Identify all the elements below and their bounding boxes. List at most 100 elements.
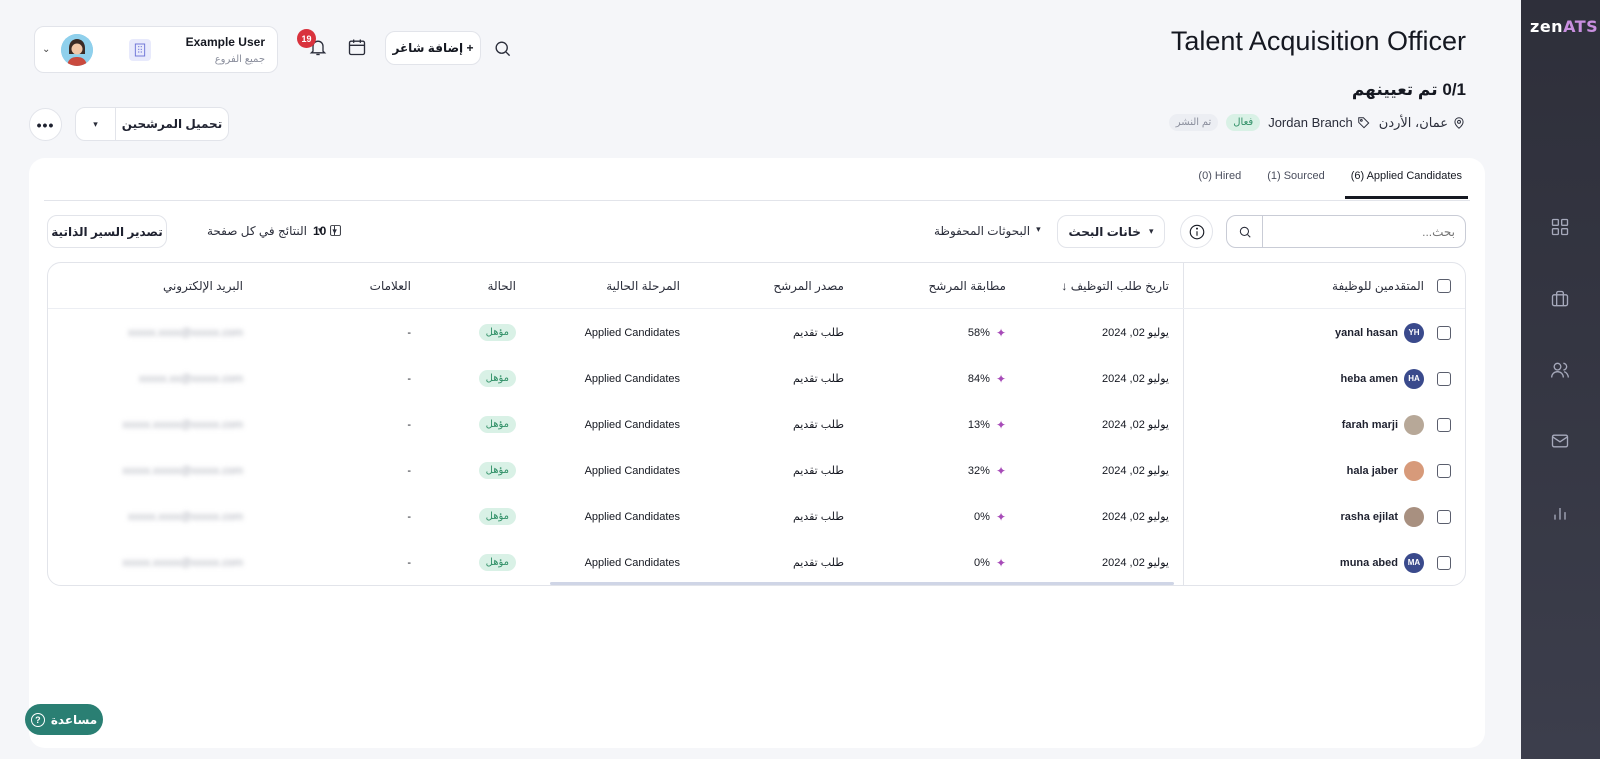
status-badge: مؤهل (478, 462, 516, 479)
match-value: 32% (967, 464, 990, 477)
status-published-badge: تم النشر (1168, 114, 1219, 131)
search-icon[interactable] (1227, 216, 1263, 247)
search-fields-dropdown[interactable]: خانات البحث ▾ (1057, 215, 1165, 248)
candidate-email: xxxxx.xxxxx@xxxxx.com (122, 418, 243, 431)
mail-icon[interactable] (1549, 430, 1571, 452)
table-row[interactable]: YH yanal hasan يوليو 02, 2024 ✦ 58% طلب تقديم… (48, 309, 1465, 356)
current-stage: Applied Candidates (584, 510, 680, 523)
status-cell: مؤهل (478, 539, 516, 585)
candidate-source: طلب تقديم (792, 511, 844, 523)
match-score: ✦ 13% (968, 401, 1006, 448)
col-header-match[interactable]: مطابقة المرشح (929, 263, 1006, 308)
row-checkbox[interactable] (1437, 371, 1451, 386)
col-header-candidates[interactable]: المتقدمين للوظيفة (1332, 263, 1424, 308)
tab-sourced[interactable]: (1) Sourced (1261, 170, 1330, 199)
current-stage: Applied Candidates (584, 372, 680, 385)
status-cell: مؤهل (478, 355, 516, 402)
table-row[interactable]: farah marji يوليو 02, 2024 ✦ 13% طلب تقديم Ap… (48, 401, 1465, 448)
branch-text: Jordan Branch (1268, 115, 1353, 130)
app-logo[interactable]: zenATS (1530, 17, 1598, 36)
applied-date: يوليو 02, 2024 (1101, 327, 1169, 339)
table-row[interactable]: MA muna abed يوليو 02, 2024 ✦ 0% طلب تقديم App… (48, 539, 1465, 585)
table-row[interactable]: rasha ejilat يوليو 02, 2024 ✦ 0% طلب تقديم Ap… (48, 493, 1465, 540)
col-header-applied-date[interactable]: تاريخ طلب التوظيف ↓ (1061, 263, 1169, 308)
row-checkbox[interactable] (1437, 463, 1451, 478)
more-options-button[interactable]: ••• (29, 108, 62, 141)
info-icon[interactable] (1180, 215, 1213, 248)
saved-searches-label: البحوثات المحفوظة (934, 224, 1031, 238)
candidate-name[interactable]: rasha ejilat (1341, 493, 1398, 540)
select-all-checkbox[interactable] (1437, 278, 1451, 293)
jobs-briefcase-icon[interactable] (1549, 288, 1571, 310)
tags-cell: - (407, 464, 411, 477)
match-score: ✦ 84% (968, 355, 1006, 402)
horizontal-scrollbar[interactable] (550, 582, 1174, 585)
tags-cell: - (407, 372, 411, 385)
candidate-search (1226, 215, 1466, 248)
sparkle-icon: ✦ (995, 463, 1006, 478)
upload-candidates-button[interactable]: تحميل المرشحين (116, 108, 228, 140)
candidates-users-icon[interactable] (1549, 359, 1571, 381)
status-badge: مؤهل (478, 370, 516, 387)
candidate-search-input[interactable] (1262, 216, 1465, 247)
tag-icon (1358, 116, 1370, 128)
candidate-name[interactable]: farah marji (1342, 401, 1398, 448)
candidates-table: المتقدمين للوظيفة تاريخ طلب التوظيف ↓ مط… (47, 262, 1466, 586)
row-checkbox[interactable] (1437, 325, 1451, 340)
candidate-source: طلب تقديم (792, 419, 844, 431)
tags-cell: - (407, 556, 411, 569)
upload-options-chevron-icon[interactable]: ▾ (76, 108, 116, 140)
sparkle-icon: ✦ (995, 417, 1006, 432)
notifications-bell-icon[interactable]: 19 (297, 29, 330, 59)
user-name: Example User (185, 35, 265, 49)
candidate-cell: MA muna abed (1183, 539, 1465, 585)
per-page-selector[interactable]: النتائج في كل صفحة 10 ▾ (207, 224, 337, 238)
sparkle-icon: ✦ (995, 555, 1006, 570)
table-row[interactable]: hala jaber يوليو 02, 2024 ✦ 32% طلب تقديم App… (48, 447, 1465, 494)
building-icon (129, 39, 151, 61)
table-row[interactable]: HA heba amen يوليو 02, 2024 ✦ 84% طلب تقديم Ap… (48, 355, 1465, 402)
user-menu[interactable]: Example User جميع الفروع ⌄ (34, 26, 278, 73)
sparkle-icon: ✦ (995, 325, 1006, 340)
calendar-icon[interactable] (347, 37, 369, 59)
col-header-status[interactable]: الحالة (488, 263, 516, 308)
avatar: MA (1404, 552, 1424, 573)
applied-date: يوليو 02, 2024 (1101, 511, 1169, 523)
chevron-down-icon[interactable]: ⌄ (42, 44, 50, 55)
row-checkbox[interactable] (1437, 555, 1451, 570)
tab-hired[interactable]: (0) Hired (1192, 170, 1247, 199)
avatar: YH (1404, 322, 1424, 343)
col-header-email[interactable]: البريد الإلكتروني (163, 263, 243, 308)
status-badge: مؤهل (478, 324, 516, 341)
col-header-tags[interactable]: العلامات (370, 263, 411, 308)
candidate-name[interactable]: hala jaber (1347, 447, 1398, 494)
help-button[interactable]: مساعدة ? (25, 704, 103, 735)
avatar (1404, 460, 1424, 481)
row-checkbox[interactable] (1437, 509, 1451, 524)
table-header-row: المتقدمين للوظيفة تاريخ طلب التوظيف ↓ مط… (48, 263, 1465, 309)
sparkle-icon: ✦ (995, 371, 1006, 386)
candidate-name[interactable]: heba amen (1341, 355, 1398, 402)
search-fields-label: خانات البحث (1068, 224, 1141, 239)
candidate-name[interactable]: muna abed (1340, 539, 1398, 585)
col-header-stage[interactable]: المرحلة الحالية (606, 263, 680, 308)
applied-date: يوليو 02, 2024 (1101, 465, 1169, 477)
candidate-name[interactable]: yanal hasan (1335, 309, 1398, 356)
saved-searches-dropdown[interactable]: البحوثات المحفوظة ▾ (934, 224, 1041, 238)
export-resumes-button[interactable]: تصدير السير الذاتية (47, 215, 167, 248)
match-score: ✦ 0% (974, 539, 1006, 585)
applied-date: يوليو 02, 2024 (1101, 557, 1169, 569)
tab-applied-candidates[interactable]: (6) Applied Candidates (1344, 170, 1468, 199)
status-badge: مؤهل (478, 554, 516, 571)
match-value: 13% (967, 418, 990, 431)
row-checkbox[interactable] (1437, 417, 1451, 432)
reports-chart-icon[interactable] (1549, 502, 1571, 524)
dashboard-icon[interactable] (1549, 216, 1571, 238)
status-cell: مؤهل (478, 493, 516, 540)
add-job-button[interactable]: + إضافة شاغر (385, 31, 481, 65)
search-icon[interactable] (493, 39, 513, 59)
status-cell: مؤهل (478, 309, 516, 356)
col-header-source[interactable]: مصدر المرشح (773, 263, 844, 308)
tabs-divider (44, 200, 1470, 201)
tags-cell: - (407, 326, 411, 339)
